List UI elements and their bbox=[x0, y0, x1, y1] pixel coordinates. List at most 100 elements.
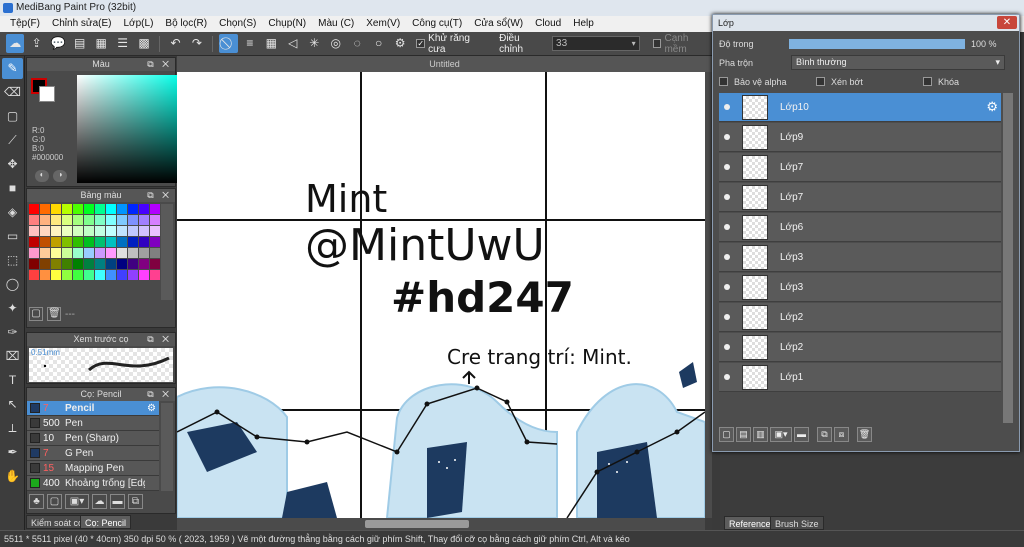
cross-snap-icon[interactable]: ▦ bbox=[262, 34, 280, 53]
color-swatch[interactable] bbox=[62, 259, 72, 269]
cloud-brush-icon[interactable]: ☁ bbox=[92, 494, 107, 509]
palette-scrollbar[interactable] bbox=[161, 204, 173, 300]
color-swatch[interactable] bbox=[150, 226, 160, 236]
color-swatch[interactable] bbox=[29, 237, 39, 247]
palette-grid[interactable] bbox=[29, 204, 160, 280]
color-swatch[interactable] bbox=[84, 215, 94, 225]
color-swatch[interactable] bbox=[62, 215, 72, 225]
color-swatch[interactable] bbox=[128, 215, 138, 225]
menu-filter[interactable]: Bộ lọc(R) bbox=[159, 16, 213, 32]
soft-edge-checkbox[interactable] bbox=[652, 39, 662, 48]
color-swatch[interactable] bbox=[40, 215, 50, 225]
color-swatch[interactable] bbox=[73, 259, 83, 269]
brush-control-tab[interactable]: Kiểm soát cọ bbox=[26, 515, 89, 529]
vanishing-point-icon[interactable]: ◁ bbox=[284, 34, 302, 53]
color-swatch[interactable] bbox=[84, 248, 94, 258]
document-tab[interactable]: Untitled bbox=[177, 56, 712, 72]
parallel-snap-icon[interactable]: ≡ bbox=[241, 34, 259, 53]
redo-icon[interactable]: ↷ bbox=[188, 34, 206, 53]
curve-snap-icon[interactable]: ◌ bbox=[348, 34, 366, 53]
folder-icon[interactable]: ▬ bbox=[794, 427, 809, 442]
layer-row[interactable]: Lớp7 bbox=[719, 183, 1001, 212]
color-swatch[interactable] bbox=[117, 270, 127, 280]
color-swatch[interactable] bbox=[128, 259, 138, 269]
brush-tool-icon[interactable]: ✎ bbox=[2, 58, 23, 79]
color-swatch[interactable] bbox=[84, 259, 94, 269]
layer-row[interactable]: Lớp9 bbox=[719, 123, 1001, 152]
color-swatch[interactable] bbox=[95, 248, 105, 258]
color-swatch[interactable] bbox=[117, 215, 127, 225]
circle-snap-icon[interactable]: ◎ bbox=[327, 34, 345, 53]
color-swatch[interactable] bbox=[40, 270, 50, 280]
color-swatch[interactable] bbox=[40, 204, 50, 214]
soft-edge-option[interactable]: Cạnh mềm bbox=[652, 33, 712, 55]
color-swatch[interactable] bbox=[139, 226, 149, 236]
new-brush-icon[interactable]: ▢ bbox=[47, 494, 62, 509]
new-8bit-layer-icon[interactable]: ▥ bbox=[753, 427, 768, 442]
brush-item[interactable]: 10 Pen (Sharp) bbox=[27, 431, 159, 446]
undo-icon[interactable]: ↶ bbox=[166, 34, 184, 53]
menu-help[interactable]: Help bbox=[567, 16, 600, 32]
layer-row[interactable]: Lớp6 bbox=[719, 213, 1001, 242]
color-swatch[interactable] bbox=[29, 248, 39, 258]
canvas-vertical-scrollbar[interactable] bbox=[705, 72, 712, 518]
layer-row[interactable]: Lớp3 bbox=[719, 273, 1001, 302]
color-swatch[interactable] bbox=[29, 215, 39, 225]
brush-item[interactable]: 7 Pencil ⚙ bbox=[27, 401, 159, 416]
color-swatch[interactable] bbox=[139, 237, 149, 247]
fill-rect-tool-icon[interactable]: ■ bbox=[2, 178, 23, 199]
layer-row[interactable]: Lớp7 bbox=[719, 153, 1001, 182]
palette-icon[interactable]: ◐ bbox=[35, 170, 49, 182]
color-swatch[interactable] bbox=[139, 215, 149, 225]
color-swatch[interactable] bbox=[62, 237, 72, 247]
color-swatch[interactable] bbox=[29, 259, 39, 269]
settings-icon[interactable]: ⚙ bbox=[391, 34, 409, 53]
eye-icon[interactable] bbox=[724, 254, 730, 260]
color-swatch[interactable] bbox=[117, 204, 127, 214]
add-layer-menu-icon[interactable]: ▣▾ bbox=[770, 427, 792, 442]
chat-icon[interactable]: 💬 bbox=[49, 34, 67, 53]
color-swatch[interactable] bbox=[40, 248, 50, 258]
panel-buttons[interactable]: ⧉ ✕ bbox=[147, 58, 172, 71]
chevron-down-icon[interactable]: ▾ bbox=[632, 37, 636, 50]
color-swatch[interactable] bbox=[128, 237, 138, 247]
new-palette-icon[interactable]: ▢ bbox=[29, 307, 43, 321]
color-swatch[interactable] bbox=[150, 248, 160, 258]
menu-edit[interactable]: Chỉnh sửa(E) bbox=[46, 16, 118, 32]
select-pen-tool-icon[interactable]: ✑ bbox=[2, 322, 23, 343]
select-tool-icon[interactable]: ⬚ bbox=[2, 250, 23, 271]
color-swatch[interactable] bbox=[62, 270, 72, 280]
menu-layer[interactable]: Lớp(L) bbox=[118, 16, 160, 32]
color-swatch[interactable] bbox=[51, 248, 61, 258]
color-swatch[interactable] bbox=[128, 204, 138, 214]
menu-file[interactable]: Tệp(F) bbox=[4, 16, 46, 32]
gear-icon[interactable]: ⚙ bbox=[986, 99, 998, 115]
dot-tool-icon[interactable]: ⟋ bbox=[2, 130, 23, 151]
color-swatch[interactable] bbox=[51, 215, 61, 225]
color-swatch[interactable] bbox=[139, 270, 149, 280]
magic-wand-tool-icon[interactable]: ✦ bbox=[2, 298, 23, 319]
cloud-icon[interactable]: ☁ bbox=[6, 34, 25, 53]
color-swatch[interactable] bbox=[51, 226, 61, 236]
layer-row[interactable]: Lớp2 bbox=[719, 333, 1001, 362]
color-swatch[interactable] bbox=[106, 226, 116, 236]
brush-item[interactable]: 7 G Pen bbox=[27, 446, 159, 461]
color-swatch[interactable] bbox=[84, 226, 94, 236]
color-swatch[interactable] bbox=[62, 204, 72, 214]
drawing-canvas[interactable]: Mint @MintUwU #hd247 Cre trang trí: Mint… bbox=[177, 72, 705, 518]
color-swatch[interactable] bbox=[128, 248, 138, 258]
menu-view[interactable]: Xem(V) bbox=[360, 16, 406, 32]
brush-item[interactable]: 500 Pen bbox=[27, 416, 159, 431]
color-swatch[interactable] bbox=[117, 248, 127, 258]
merge-down-icon[interactable]: ⧈ bbox=[834, 427, 849, 442]
color-swatch[interactable] bbox=[150, 204, 160, 214]
operation-tool-icon[interactable]: ↖ bbox=[2, 394, 23, 415]
brush-size-tab[interactable]: Brush Size bbox=[770, 516, 824, 530]
color-swatch[interactable] bbox=[106, 259, 116, 269]
color-swatch[interactable] bbox=[73, 226, 83, 236]
color-swatch[interactable] bbox=[117, 237, 127, 247]
scroll-thumb[interactable] bbox=[365, 520, 469, 528]
color-swatch[interactable] bbox=[29, 226, 39, 236]
color-swatch[interactable] bbox=[150, 215, 160, 225]
blend-mode-select[interactable]: Bình thường ▾ bbox=[791, 55, 1005, 70]
